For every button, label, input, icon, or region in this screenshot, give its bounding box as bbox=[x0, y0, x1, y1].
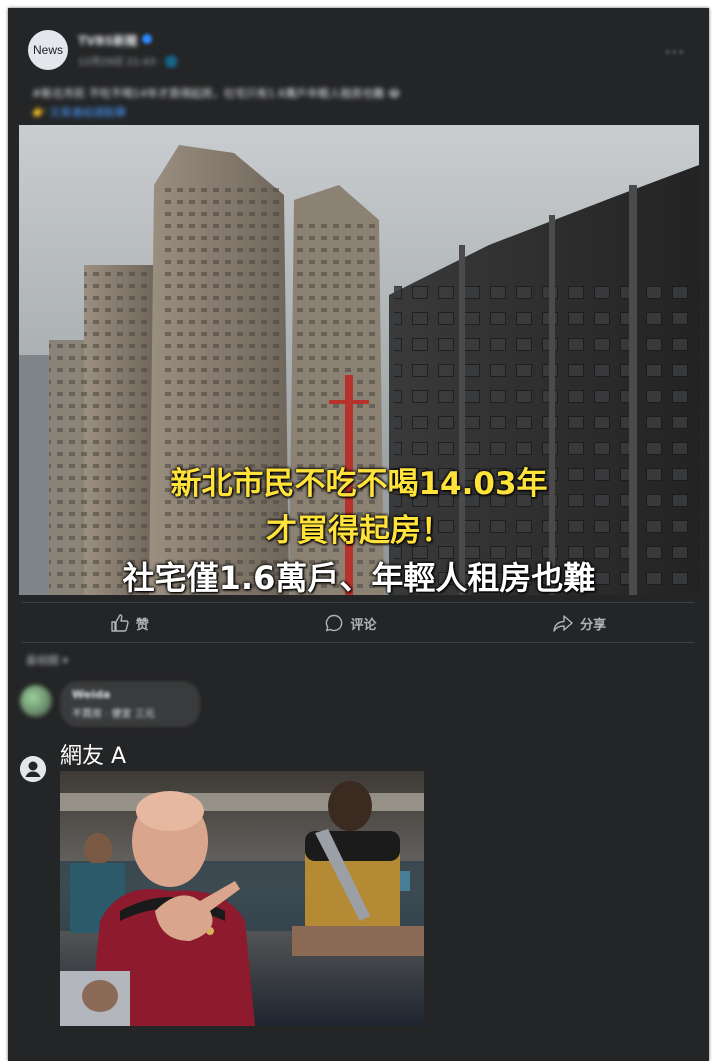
share-button[interactable]: 分享 bbox=[552, 613, 606, 633]
comment-sort-dropdown[interactable]: 最相關 ▾ bbox=[26, 652, 68, 668]
comment-button[interactable]: 评论 bbox=[324, 613, 376, 633]
comment-bubble: Weida 不買房 · 便宜 三元 bbox=[60, 681, 200, 727]
divider-bottom bbox=[22, 642, 694, 643]
comment-bubble-icon bbox=[326, 614, 343, 632]
headline-line-1: 新北市民不吃不喝14.03年 bbox=[170, 466, 548, 502]
meme-image bbox=[60, 771, 424, 1026]
post-image[interactable]: 新北市民不吃不喝14.03年 才買得起房！ 社宅僅1.6萬戶、年輕人租房也難 bbox=[19, 125, 699, 595]
comment-label: 评论 bbox=[350, 617, 377, 633]
page-name[interactable]: TVBS新聞 bbox=[78, 32, 137, 49]
avatar-label: News bbox=[32, 43, 63, 57]
commenter-name[interactable]: Weida bbox=[72, 688, 110, 701]
user-avatar-icon[interactable] bbox=[20, 756, 46, 782]
headline-line-2: 才買得起房！ bbox=[266, 513, 452, 549]
caption-line-1: #新北市民 不吃不喝14年才買得起房，社宅只有1.6萬戶年輕人租房也難 😂 bbox=[32, 87, 401, 100]
page-avatar[interactable]: News bbox=[28, 30, 68, 70]
like-button[interactable]: 赞 bbox=[110, 613, 149, 633]
comment-text: 不買房 · 便宜 三元 bbox=[72, 709, 155, 720]
post-timestamp[interactable]: 12月29日 21:43 · 🌐 bbox=[78, 53, 177, 68]
post-actions-bar: 赞 评论 分享 bbox=[22, 606, 694, 640]
thumbs-up-icon bbox=[111, 614, 129, 632]
person-silhouette-icon bbox=[20, 756, 46, 782]
netizen-name[interactable]: 網友 A bbox=[60, 738, 126, 770]
post-caption: #新北市民 不吃不喝14年才買得起房，社宅只有1.6萬戶年輕人租房也難 😂 👉 … bbox=[32, 84, 401, 122]
comment-image[interactable] bbox=[60, 771, 424, 1026]
headline-line-3: 社宅僅1.6萬戶、年輕人租房也難 bbox=[122, 559, 596, 595]
divider-top bbox=[22, 602, 694, 603]
caption-link[interactable]: 👉 文章連結請點擊 bbox=[32, 103, 401, 122]
verified-badge-icon bbox=[142, 34, 152, 44]
commenter-avatar[interactable] bbox=[20, 685, 52, 717]
like-label: 赞 bbox=[135, 617, 149, 633]
share-label: 分享 bbox=[580, 617, 607, 633]
more-options-icon[interactable]: ··· bbox=[665, 42, 685, 63]
share-arrow-icon bbox=[553, 615, 573, 632]
